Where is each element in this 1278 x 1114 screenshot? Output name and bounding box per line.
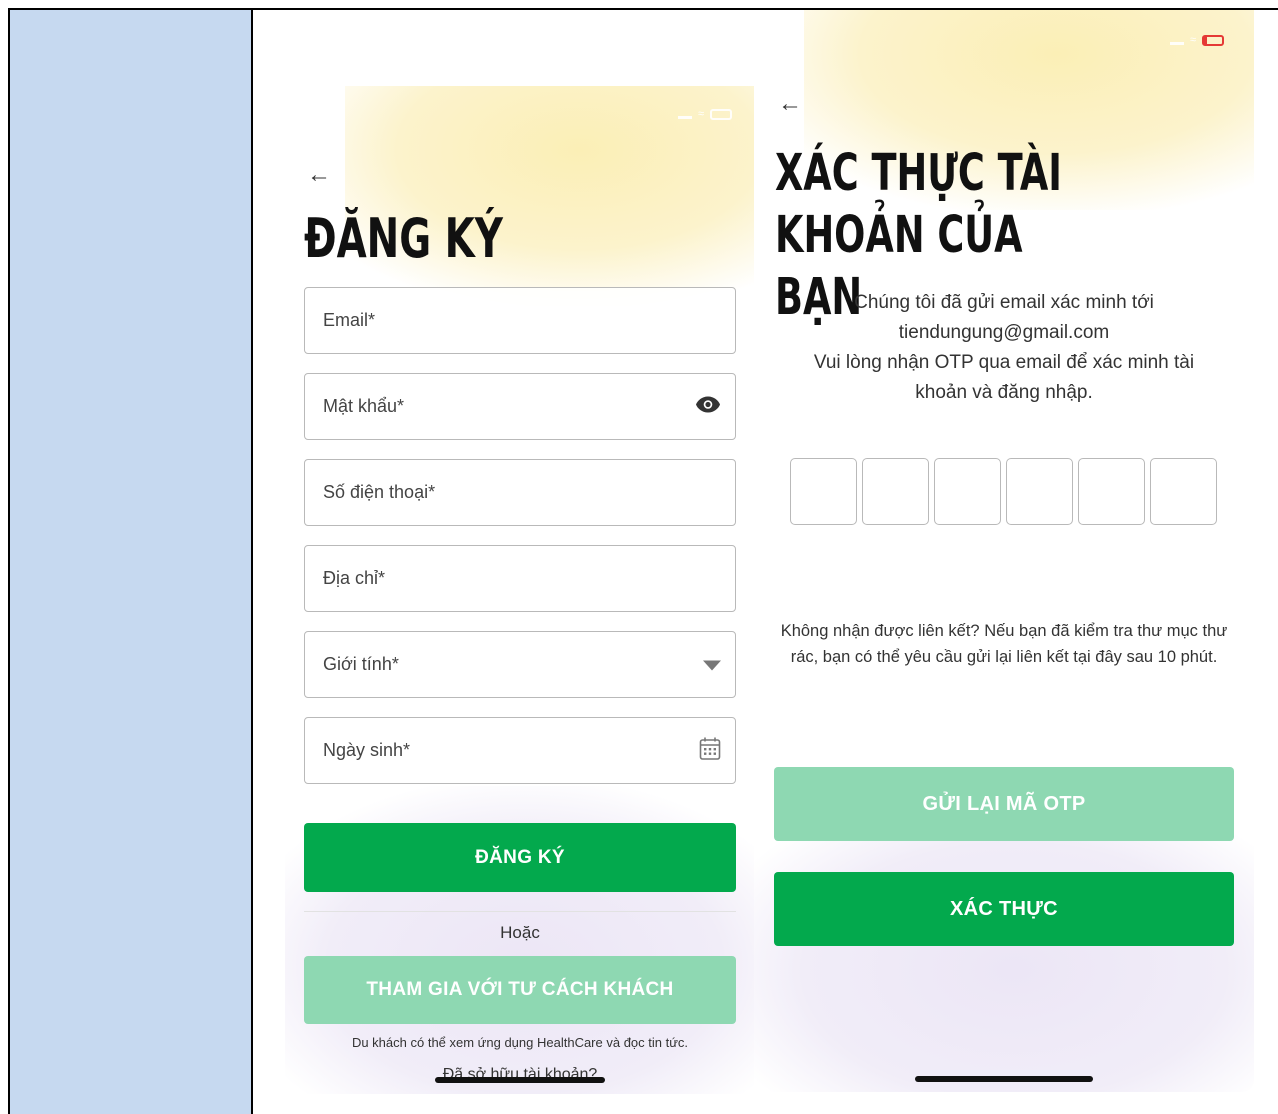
verification-message: Chúng tôi đã gửi email xác minh tới tien… bbox=[774, 288, 1234, 408]
email-field[interactable]: Email* bbox=[304, 287, 736, 354]
or-label: Hoặc bbox=[500, 923, 540, 942]
wifi-icon: ≈ bbox=[697, 108, 704, 120]
signal-icon bbox=[677, 110, 692, 119]
otp-digit-4[interactable] bbox=[1006, 458, 1073, 525]
otp-digit-1[interactable] bbox=[790, 458, 857, 525]
register-screen: ≈ ← ĐĂNG KÝ Email* Mật khẩu* Số điện tho… bbox=[285, 86, 754, 1094]
wifi-icon: ≈ bbox=[1189, 34, 1196, 46]
otp-digit-5[interactable] bbox=[1078, 458, 1145, 525]
title-line-1: XÁC THỰC TÀI KHOẢN CỦA bbox=[775, 144, 1062, 265]
guest-note: Du khách có thể xem ứng dụng HealthCare … bbox=[351, 1035, 689, 1050]
password-field-label: Mật khẩu* bbox=[323, 396, 405, 416]
gender-select[interactable]: Giới tính* bbox=[304, 631, 736, 698]
back-arrow-icon[interactable]: ← bbox=[307, 163, 331, 187]
address-field[interactable]: Địa chỉ* bbox=[304, 545, 736, 612]
phone-field[interactable]: Số điện thoại* bbox=[304, 459, 736, 526]
resend-otp-button[interactable]: GỬI LẠI MÃ OTP bbox=[774, 767, 1234, 841]
status-bar: ≈ bbox=[677, 108, 732, 120]
register-button[interactable]: ĐĂNG KÝ bbox=[304, 823, 736, 892]
divider bbox=[304, 911, 736, 912]
email-field-label: Email* bbox=[323, 310, 376, 330]
message-line-1: Chúng tôi đã gửi email xác minh tới bbox=[854, 292, 1154, 313]
email-address: tiendungung@gmail.com bbox=[898, 322, 1110, 343]
verify-button[interactable]: XÁC THỰC bbox=[774, 872, 1234, 946]
home-indicator bbox=[435, 1077, 605, 1083]
calendar-icon[interactable] bbox=[699, 736, 721, 765]
otp-digit-2[interactable] bbox=[862, 458, 929, 525]
back-arrow-icon[interactable]: ← bbox=[778, 92, 802, 116]
address-field-label: Địa chỉ* bbox=[323, 568, 386, 588]
message-line-2: Vui lòng nhận OTP qua email để xác minh … bbox=[813, 352, 1195, 403]
battery-icon bbox=[1202, 34, 1224, 46]
signal-icon bbox=[1169, 36, 1184, 45]
dropdown-arrow-icon bbox=[703, 654, 721, 675]
otp-digit-3[interactable] bbox=[934, 458, 1001, 525]
table-left-cell bbox=[10, 10, 253, 1114]
verify-screen: ≈ ← XÁC THỰC TÀI KHOẢN CỦA BẠN Chúng tôi… bbox=[754, 10, 1254, 1092]
home-indicator bbox=[915, 1076, 1093, 1082]
resend-note: Không nhận được liên kết? Nếu bạn đã kiể… bbox=[780, 622, 1228, 666]
otp-digit-6[interactable] bbox=[1150, 458, 1217, 525]
page-title: ĐĂNG KÝ bbox=[304, 207, 503, 270]
eye-icon[interactable] bbox=[695, 395, 721, 418]
birthdate-field[interactable]: Ngày sinh* bbox=[304, 717, 736, 784]
guest-button[interactable]: THAM GIA VỚI TƯ CÁCH KHÁCH bbox=[304, 956, 736, 1024]
phone-field-label: Số điện thoại* bbox=[323, 482, 436, 502]
birthdate-field-label: Ngày sinh* bbox=[323, 740, 411, 760]
battery-icon bbox=[710, 108, 732, 120]
gender-select-label: Giới tính* bbox=[323, 654, 399, 674]
status-bar: ≈ bbox=[1169, 34, 1224, 46]
password-field[interactable]: Mật khẩu* bbox=[304, 373, 736, 440]
